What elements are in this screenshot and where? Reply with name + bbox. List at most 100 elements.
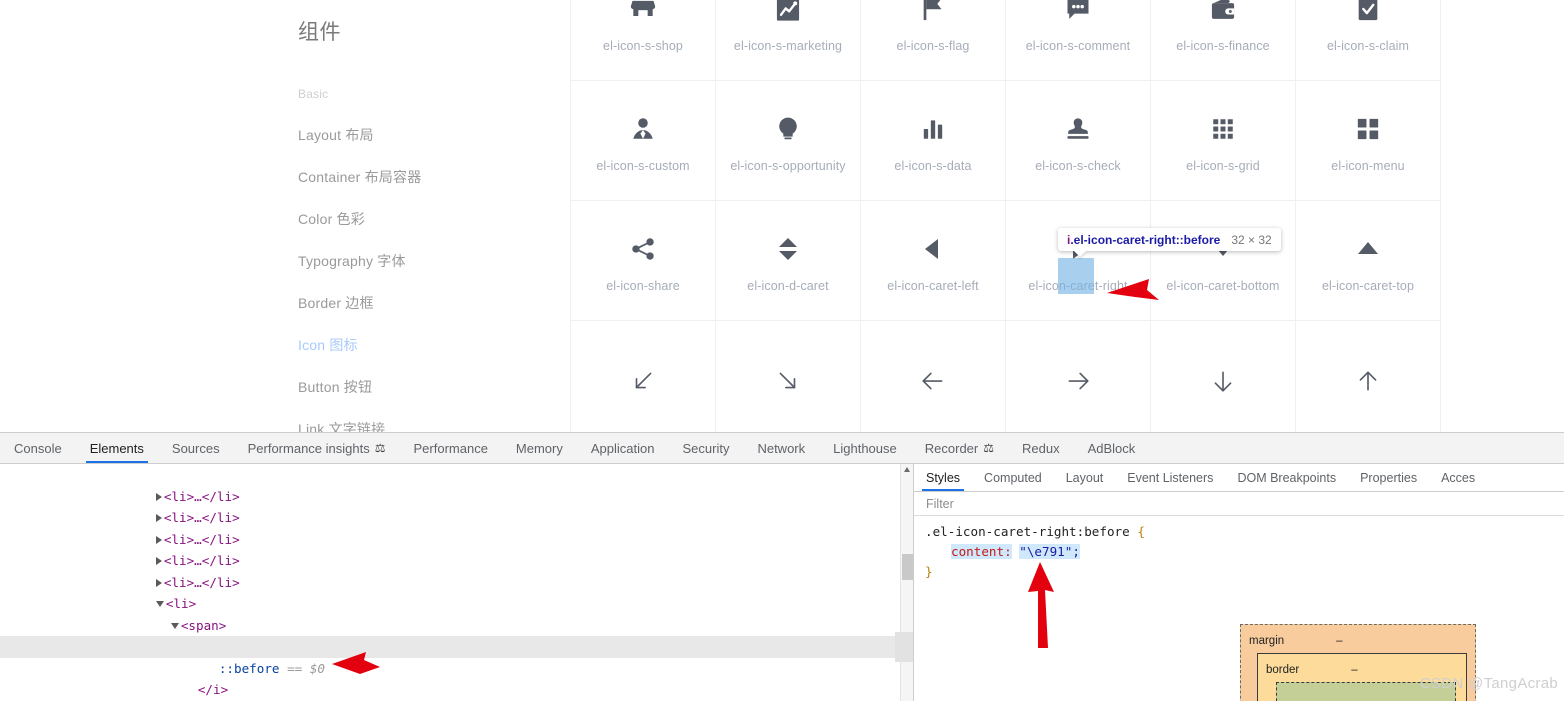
tab-sources[interactable]: Sources bbox=[158, 433, 234, 463]
dom-row[interactable]: <li>…</li> bbox=[0, 529, 913, 568]
css-property-value[interactable]: "\e791"; bbox=[1019, 544, 1080, 559]
tab-redux[interactable]: Redux bbox=[1008, 433, 1074, 463]
icon-cell-s-grid[interactable]: el-icon-s-grid bbox=[1151, 81, 1296, 201]
finance-icon bbox=[1203, 0, 1243, 29]
dom-row-selected[interactable]: ::before == $0 bbox=[0, 636, 913, 676]
dom-tree-pane[interactable]: <li>…</li> <li>…</li> <li>…</li> <li>…</… bbox=[0, 464, 913, 701]
tab-label: Performance insights bbox=[247, 440, 370, 456]
sidebar-item-container[interactable]: Container 布局容器 bbox=[298, 169, 570, 185]
tab-performance[interactable]: Performance bbox=[400, 433, 502, 463]
icon-cell-caret-bottom[interactable]: el-icon-caret-bottom bbox=[1151, 201, 1296, 321]
icon-cell-menu[interactable]: el-icon-menu bbox=[1296, 81, 1441, 201]
tab-dom-breakpoints[interactable]: DOM Breakpoints bbox=[1225, 464, 1348, 491]
icon-cell-s-comment[interactable]: el-icon-s-comment bbox=[1006, 0, 1151, 81]
icon-cell-caret-top[interactable]: el-icon-caret-top bbox=[1296, 201, 1441, 321]
scrollbar-thumb[interactable] bbox=[902, 554, 913, 580]
icon-cell-s-finance[interactable]: el-icon-s-finance bbox=[1151, 0, 1296, 81]
flask-icon: ⚖ bbox=[983, 441, 994, 455]
icon-label: el-icon-caret-top bbox=[1321, 278, 1414, 293]
dom-row[interactable]: <li>…</li> bbox=[0, 550, 913, 590]
icon-cell-s-check[interactable]: el-icon-s-check bbox=[1006, 81, 1151, 201]
sidebar-item-typography[interactable]: Typography 字体 bbox=[298, 253, 570, 269]
tab-accessibility[interactable]: Acces bbox=[1429, 464, 1487, 491]
dom-row[interactable]: <i class="el-icon-caret-right"> bbox=[0, 615, 913, 654]
styles-tabbar: Styles Computed Layout Event Listeners D… bbox=[914, 464, 1564, 492]
icon-cell-caret-right[interactable]: el-icon-caret-right bbox=[1006, 201, 1151, 321]
sidebar-group-label: Basic bbox=[298, 87, 329, 101]
icon-cell-d-caret[interactable]: el-icon-d-caret bbox=[716, 201, 861, 321]
dom-row[interactable]: </i> bbox=[0, 658, 913, 697]
box-model-margin[interactable]: margin – border – bbox=[1240, 624, 1476, 701]
icon-cell-caret-left[interactable]: el-icon-caret-left bbox=[861, 201, 1006, 321]
icon-cell-s-flag[interactable]: el-icon-s-flag bbox=[861, 0, 1006, 81]
box-model-border[interactable]: border – bbox=[1257, 653, 1467, 701]
arrow-up-icon bbox=[1348, 361, 1388, 401]
dom-row[interactable]: <li>…</li> bbox=[0, 507, 913, 547]
tab-label: Lighthouse bbox=[833, 440, 897, 456]
tab-elements[interactable]: Elements bbox=[76, 433, 158, 463]
icon-label: el-icon-s-flag bbox=[896, 38, 970, 53]
icon-cell-right[interactable] bbox=[1006, 321, 1151, 432]
icon-cell-s-claim[interactable]: el-icon-s-claim bbox=[1296, 0, 1441, 81]
opportunity-bulb-icon bbox=[768, 109, 808, 149]
css-rule-block[interactable]: .el-icon-caret-right:before { content: "… bbox=[914, 516, 1564, 582]
dom-row[interactable]: <span class="icon-name">el-icon-caret-ri… bbox=[0, 679, 913, 701]
tab-security[interactable]: Security bbox=[668, 433, 743, 463]
icon-cell-s-data[interactable]: el-icon-s-data bbox=[861, 81, 1006, 201]
sidebar-item-link[interactable]: Link 文字链接 bbox=[298, 421, 570, 432]
icon-cell-bottom[interactable] bbox=[1151, 321, 1296, 432]
icon-label: el-icon-caret-bottom bbox=[1166, 278, 1280, 293]
icon-cell-s-marketing[interactable]: el-icon-s-marketing bbox=[716, 0, 861, 81]
tab-performance-insights[interactable]: Performance insights ⚖ bbox=[234, 433, 400, 463]
tab-label: Styles bbox=[926, 470, 961, 485]
tab-application[interactable]: Application bbox=[577, 433, 669, 463]
sidebar-item-color[interactable]: Color 色彩 bbox=[298, 211, 570, 227]
sidebar-item-icon[interactable]: Icon 图标 bbox=[298, 337, 570, 353]
icon-cell-bottom-right[interactable] bbox=[716, 321, 861, 432]
tab-properties[interactable]: Properties bbox=[1348, 464, 1429, 491]
tab-label: Console bbox=[14, 440, 62, 456]
border-value: – bbox=[1351, 664, 1358, 676]
tab-event-listeners[interactable]: Event Listeners bbox=[1115, 464, 1225, 491]
tab-styles[interactable]: Styles bbox=[914, 464, 972, 491]
tab-recorder[interactable]: Recorder ⚖ bbox=[911, 433, 1008, 463]
tab-layout[interactable]: Layout bbox=[1054, 464, 1116, 491]
data-bars-icon bbox=[913, 109, 953, 149]
icon-cell-bottom-left[interactable] bbox=[571, 321, 716, 432]
sidebar-item-layout[interactable]: Layout 布局 bbox=[298, 127, 570, 143]
icon-cell-top[interactable] bbox=[1296, 321, 1441, 432]
dom-row[interactable]: <li>…</li> bbox=[0, 486, 913, 525]
tooltip-dimensions: 32 × 32 bbox=[1231, 232, 1272, 247]
sidebar-item-border[interactable]: Border 边框 bbox=[298, 295, 570, 311]
margin-value: – bbox=[1336, 635, 1343, 647]
styles-pane: Styles Computed Layout Event Listeners D… bbox=[913, 464, 1564, 701]
box-model-padding[interactable] bbox=[1276, 682, 1456, 701]
tab-adblock[interactable]: AdBlock bbox=[1074, 433, 1150, 463]
dom-scrollbar[interactable] bbox=[895, 464, 913, 701]
tab-network[interactable]: Network bbox=[743, 433, 819, 463]
scroll-up-arrow-icon[interactable] bbox=[904, 467, 910, 472]
tab-computed[interactable]: Computed bbox=[972, 464, 1054, 491]
sidebar-item-button[interactable]: Button 按钮 bbox=[298, 379, 570, 395]
dom-row[interactable]: <span> bbox=[0, 593, 913, 633]
web-page-area: 组件 Basic Layout 布局 Container 布局容器 Color … bbox=[0, 0, 1564, 432]
tab-memory[interactable]: Memory bbox=[502, 433, 577, 463]
filter-placeholder: Filter bbox=[926, 496, 954, 511]
icon-cell-s-custom[interactable]: el-icon-s-custom bbox=[571, 81, 716, 201]
icon-cell-s-opportunity[interactable]: el-icon-s-opportunity bbox=[716, 81, 861, 201]
css-open-brace: { bbox=[1137, 524, 1145, 539]
tab-label: Memory bbox=[515, 440, 563, 456]
dom-row[interactable]: <li>…</li> bbox=[0, 464, 913, 504]
scrollbar-thumb-secondary[interactable] bbox=[895, 632, 913, 662]
check-stamp-icon bbox=[1058, 109, 1098, 149]
css-selector[interactable]: .el-icon-caret-right:before bbox=[925, 524, 1130, 539]
tab-lighthouse[interactable]: Lighthouse bbox=[819, 433, 911, 463]
icon-cell-share[interactable]: el-icon-share bbox=[571, 201, 716, 321]
icon-grid: el-icon-s-shop el-icon-s-marketing el-ic… bbox=[570, 0, 1564, 432]
dom-row[interactable]: <li> bbox=[0, 572, 913, 611]
css-property-name[interactable]: content: bbox=[951, 544, 1012, 559]
icon-cell-s-shop[interactable]: el-icon-s-shop bbox=[571, 0, 716, 81]
styles-filter-input[interactable]: Filter bbox=[914, 492, 1564, 516]
icon-cell-back[interactable] bbox=[861, 321, 1006, 432]
tab-console[interactable]: Console bbox=[0, 433, 76, 463]
